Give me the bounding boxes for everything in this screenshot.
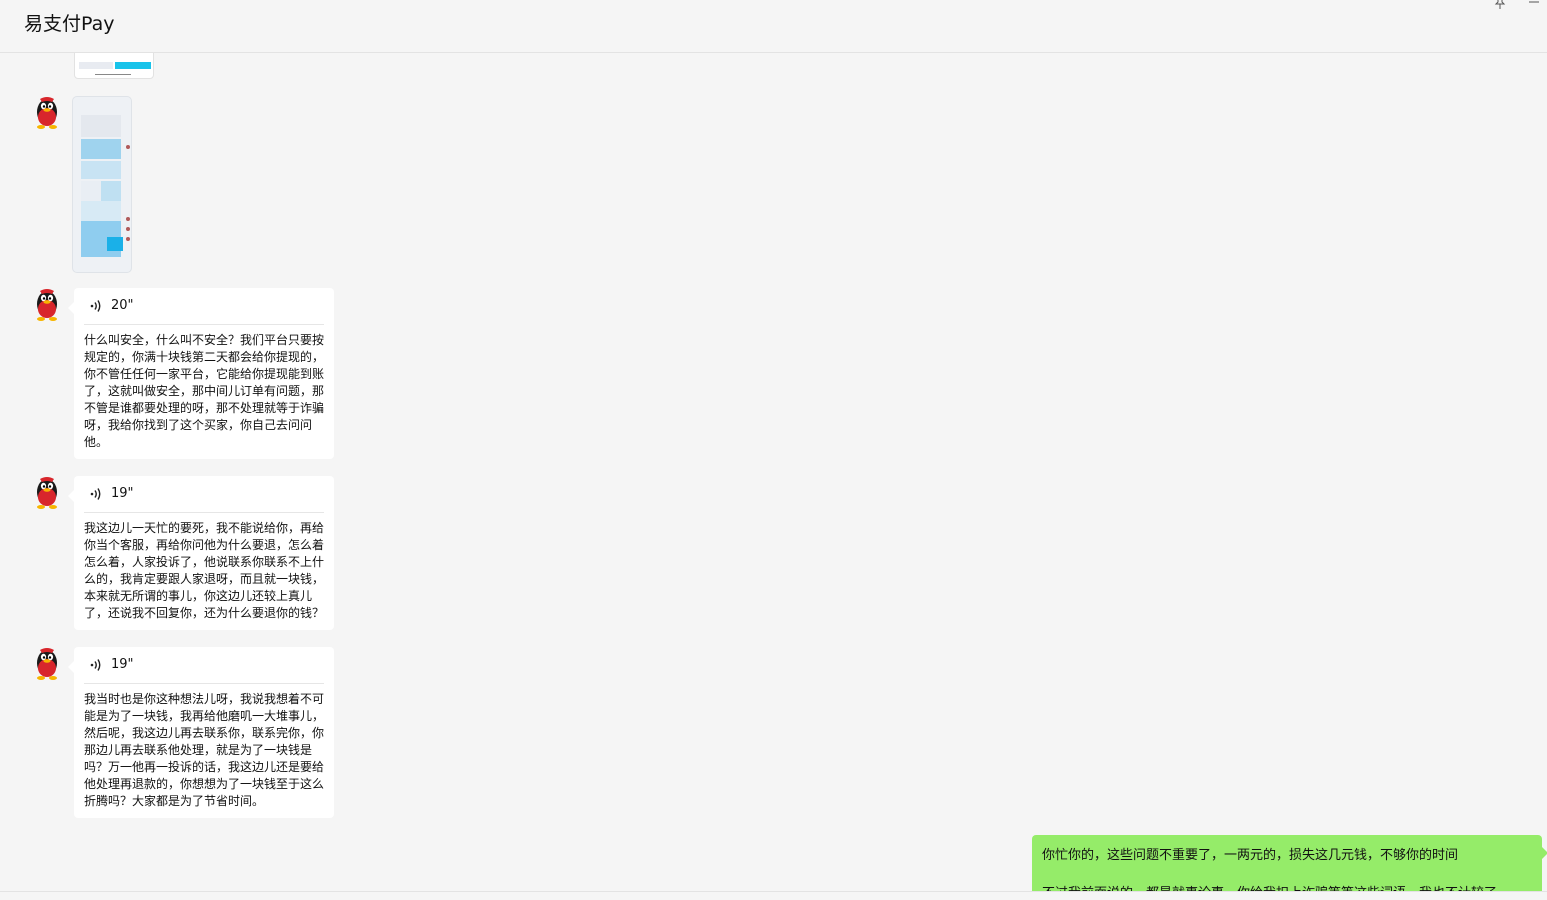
- voice-message[interactable]: 20" 什么叫安全，什么叫不安全？我们平台只要按规定的，你满十块钱第二天都会给你…: [68, 288, 334, 459]
- voice-duration: 19": [111, 657, 134, 672]
- voice-message-header[interactable]: 19": [84, 476, 324, 513]
- pin-icon[interactable]: [1494, 0, 1506, 14]
- image-pixel: [126, 217, 130, 221]
- qq-penguin-avatar-icon[interactable]: [30, 96, 64, 130]
- thumbnail-detail: [79, 62, 113, 69]
- voice-wave-icon[interactable]: [88, 657, 104, 671]
- qq-penguin-avatar-icon[interactable]: [30, 476, 64, 510]
- message-text: 你忙你的，这些问题不重要了，一两元的，损失这几元钱，不够你的时间: [1042, 848, 1459, 863]
- chat-title: 易支付Pay: [24, 13, 115, 35]
- voice-wave-icon[interactable]: [88, 298, 104, 312]
- image-pixel: [81, 181, 101, 201]
- image-pixel: [126, 145, 130, 149]
- image-message-thumbnail[interactable]: [74, 53, 154, 79]
- message-text: 不过我前面说的，都是就事论事，你给我扣上诈骗等等这些词语，我也不计较了: [1042, 882, 1537, 891]
- qq-penguin-avatar-icon[interactable]: [30, 288, 64, 322]
- chat-history[interactable]: 20" 什么叫安全，什么叫不安全？我们平台只要按规定的，你满十块钱第二天都会给你…: [0, 53, 1547, 891]
- image-pixel: [81, 139, 121, 159]
- voice-wave-icon[interactable]: [88, 486, 104, 500]
- voice-message-header[interactable]: 20": [84, 288, 324, 325]
- title-bar: 易支付Pay: [0, 0, 1547, 53]
- voice-message-header[interactable]: 19": [84, 647, 324, 684]
- voice-transcript: 我这边儿一天忙的要死，我不能说给你，再给你当个客服，再给你问他为什么要退，怎么着…: [84, 521, 325, 620]
- image-message[interactable]: [72, 96, 132, 273]
- self-text-message[interactable]: 你忙你的，这些问题不重要了，一两元的，损失这几元钱，不够你的时间 不过我前面说的…: [1032, 835, 1547, 891]
- voice-message[interactable]: 19" 我这边儿一天忙的要死，我不能说给你，再给你当个客服，再给你问他为什么要退…: [68, 476, 334, 630]
- image-pixel: [81, 161, 121, 179]
- image-pixel: [81, 201, 121, 221]
- image-pixel: [101, 181, 121, 201]
- image-pixel: [126, 237, 130, 241]
- minimize-icon[interactable]: [1528, 0, 1540, 12]
- voice-duration: 20": [111, 298, 134, 313]
- thumbnail-detail: [115, 62, 151, 69]
- voice-duration: 19": [111, 486, 134, 501]
- image-pixel: [126, 227, 130, 231]
- voice-message[interactable]: 19" 我当时也是你这种想法儿呀，我说我想着不可能是为了一块钱，我再给他磨叽一大…: [68, 647, 334, 818]
- qq-penguin-avatar-icon[interactable]: [30, 647, 64, 681]
- voice-transcript: 我当时也是你这种想法儿呀，我说我想着不可能是为了一块钱，我再给他磨叽一大堆事儿，…: [84, 692, 325, 808]
- voice-transcript: 什么叫安全，什么叫不安全？我们平台只要按规定的，你满十块钱第二天都会给你提现的，…: [84, 333, 325, 449]
- thumbnail-detail: [95, 74, 131, 75]
- image-pixel: [81, 115, 121, 137]
- image-pixel: [107, 237, 123, 251]
